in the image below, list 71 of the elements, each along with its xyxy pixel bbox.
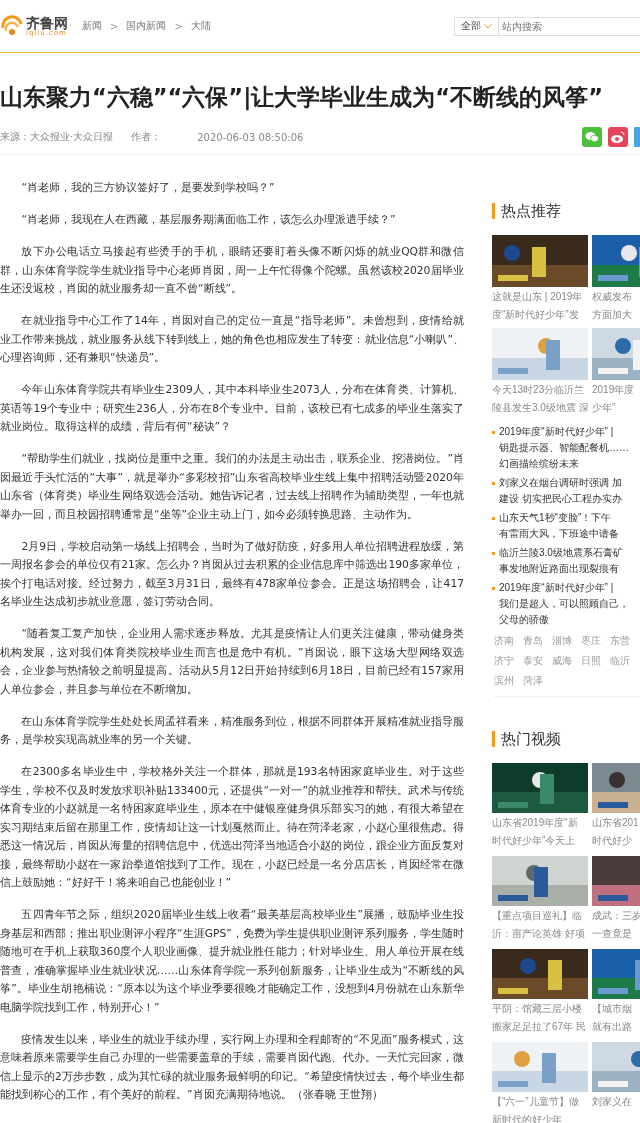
logo-icon[interactable] (0, 14, 24, 38)
search-field[interactable]: 全部 站内搜索 (454, 16, 640, 36)
city-link[interactable]: 青岛 (523, 634, 543, 648)
city-link[interactable]: 济宁 (494, 654, 514, 668)
section-title: 热门视频 (492, 731, 640, 747)
thumbnail-caption[interactable]: 时代好少年”今天上 (492, 832, 588, 848)
article-title: 山东聚力“六稳”“六保”|让大学毕业生成为“不断线的风筝” (0, 83, 604, 113)
thumbnail-caption[interactable]: 方面加大 (592, 306, 640, 322)
caret-icon (484, 23, 492, 29)
breadcrumb-link[interactable]: 新闻 (82, 19, 102, 33)
article-paragraph: 在就业指导中心工作了14年，肖囡对自己的定位一直是“指导老师”。未曾想到，疫情给就业工作带来挑战，就业服务从线下转到线上，她的角色也相应发生了转变：就业信息“小喇叭”、心理咨询师，还有兼职“快递员”。 (0, 313, 464, 366)
bullet-icon (492, 517, 495, 520)
article-paragraph: 今年山东体育学院共有毕业生2309人，其中本科毕业生2073人，分布在体育类、计算机、英语等19个专业中；研究生236人，分布在8个专业中。目前，该校已有七成多的毕业生落实了就业岗位。取得这样的成绩，背后有何“秘诀”？ (0, 382, 464, 435)
thumbnail-caption[interactable]: 少年” (592, 399, 640, 415)
publish-date: 2020-06-03 08:50:06 (197, 131, 304, 143)
news-link[interactable]: 刘家义在烟台调研时强调 加 建设 切实把民心工程办实办 (499, 475, 622, 507)
city-link[interactable]: 临沂 (610, 654, 630, 668)
news-link[interactable]: 临沂兰陵3.0级地震系石膏矿 事发地附近路面出现裂痕有 (499, 545, 623, 577)
thumbnail-caption[interactable]: 这就是山东 | 2019年 (492, 289, 588, 305)
thumbnail-caption[interactable]: 山东省201 (592, 815, 640, 831)
article-paragraph: 疫情发生以来，毕业生的就业手续办理，实行网上办理和全程邮寄的“不见面”服务模式，这意味着原来需要学生自己办理的一些需要盖章的手续，需要肖囡代跑、代办。一天忙完回家，微信上显示的2万步步数，成为其忙碌的就业服务最鲜明的印记。“希望疫情快过去，每个毕业生都能找到称心的工作，有个美好的前程。”肖囡充满期待地说。（张春晓 王世翔） (0, 1031, 464, 1103)
city-link[interactable]: 泰安 (523, 654, 543, 668)
thumbnail-caption[interactable]: 权威发布 (592, 289, 640, 305)
article-paragraph: 在山东体育学院学生处处长周孟祥看来，精准服务到位，根据不同群体开展精准就业指导服务，是学校实现高就业率的另一个关键。 (0, 713, 464, 748)
thumbnail-caption[interactable]: 一查竟是 (592, 925, 640, 941)
article-paragraph: “肖老师，我的三方协议签好了，是要发到学校吗？” (20, 180, 276, 196)
thumbnail-caption[interactable]: 平阴：馆藏三层小楼 (492, 1001, 588, 1017)
thumbnail-caption[interactable]: 山东省2019年度“新 (492, 815, 588, 831)
bullet-icon (492, 482, 495, 485)
breadcrumb-link[interactable]: 大陆 (190, 19, 211, 33)
city-link[interactable]: 济南 (494, 634, 514, 648)
bullet-icon (492, 431, 495, 434)
bullet-icon (492, 552, 495, 555)
article-paragraph: 放下办公电话立马接起有些烫手的手机，眼睛还要盯着头像不断闪烁的就业QQ群和微信群，山东体育学院学生就业指导中心老师肖囡，周一上午忙得像个陀螺。虽然该校2020届毕业生还没返校，肖囡的就业服务却一直不曾“断线”。 (0, 244, 464, 297)
source-text: 来源：大众报业·大众日报 (0, 130, 114, 144)
article-paragraph: 在2300多名毕业生中，学校格外关注一个群体，那就是193名特困家庭毕业生。对于这些学生，学校不仅及时发放求职补贴133400元，还提供“一对一”的就业推荐和帮扶。武术与传统体育专业的小赵就是一名特困家庭毕业生，原本在中健银座健身俱乐部实习的她，有很大希望在实习期结束后留在那里工作，疫情却让这一计划戛然而止。待在菏泽老家，小赵心里很焦虑。得悉这一情况后，肖囡从海量的招聘信息中，优选出菏泽当地适合小赵的岗位，跟企业方面反复对接，最终帮助小赵在一家跆拳道馆找到了工作。现在，小赵已经是一名分店店长，肖囡经常在微信上鼓励她：“好好干！将来咱自己也能创业！” (0, 764, 464, 891)
thumbnail-caption[interactable]: 【“六一”儿童节】做 (492, 1094, 588, 1110)
breadcrumb-separator: > (110, 20, 119, 32)
news-link[interactable]: 2019年度“新时代好少年” | 我们是超人，可以照顾自己， 父母的骄傲 (499, 580, 629, 628)
logo-name[interactable]: 齐鲁网 (26, 15, 68, 30)
city-link[interactable]: 日照 (581, 654, 601, 668)
bullet-icon (492, 587, 495, 590)
city-link[interactable]: 淄博 (552, 634, 572, 648)
thumbnail-caption[interactable]: 刘家义在 (592, 1094, 640, 1110)
article-paragraph: 2月9日，学校启动第一场线上招聘会，当时为了做好防疫，好多用人单位招聘进程放缓，第一周报名参会的单位仅有21家。怎么办？肖囡从过去积累的企业信息库中筛选出190多家单位，挨个打电话对接。经过努力，截至3月31日，最终有478家单位参会。正是这场招聘会，让417名毕业生达成初步就业意愿，签订劳动合同。 (0, 538, 464, 610)
thumbnail-caption[interactable]: 【城市烟 (592, 1001, 640, 1017)
article-paragraph: “随着复工复产加快，企业用人需求逐步释放。尤其是疫情让人们更关注健康，带动健身类机构发展，这对我们体育类院校毕业生而言也是危中有机。”肖囡说，眼下这场大型网络双选会，企业参与热情较之前明显提高。活动从5月12日开始持续到6月18日，目前已经有157家用人单位参会，并且参与单位在不断增加。 (0, 626, 464, 698)
weibo-share-icon[interactable] (608, 127, 628, 147)
thumbnail-caption[interactable]: 搬家足足拉了67年 民 (492, 1018, 588, 1034)
author-label: 作者： (131, 130, 162, 144)
news-link[interactable]: 2019年度“新时代好少年” | 钥匙提示器、智能配餐机…… 幻画描绘缤纷未来 (499, 424, 629, 472)
article-paragraph: “帮助学生们就业，找岗位是重中之重。我们的办法是主动出击，联系企业、挖潜岗位。”肖囡最近手头忙活的“大事”，就是举办“多彩校招”山东省高校毕业生线上集中招聘活动暨2020年山东省（体育类）毕业生网络双选会活动。她告诉记者，过去线上招聘作为辅助类型，一年也就举办一回，而且校园招聘通常是“坐等”企业主动上门，如今必须转换思路、主动作为。 (0, 451, 464, 523)
article-paragraph: 五四青年节之际，组织2020届毕业生线上收看“最美基层高校毕业生”展播，鼓励毕业生投身基层和西部；推出职业测评小程序“生涯GPS”，免费为学生提供职业测评系列服务，学生随时随地可在手机上获取360度个人职业画像、提升就业胜任能力；针对毕业生、用人单位开展在线普查，准确掌握毕业生就业状况……山东体育学院一系列创新服务，让毕业生成为“不断线的风筝”。毕业生胡艳楠说：“原本以为这个毕业季要很晚才能确定工作，没想到4月份就在山东新华电脑学院找到工作，特别开心！” (0, 907, 464, 1016)
article-paragraph: “肖老师，我现在人在西藏，基层服务期满面临工作，该怎么办理派遣手续？” (20, 212, 397, 228)
thumbnail-caption[interactable]: 2019年度 (592, 382, 640, 398)
thumbnail-caption[interactable]: 【重点项目巡礼】临 (492, 908, 588, 924)
city-link[interactable]: 枣庄 (581, 634, 601, 648)
thumbnail-caption[interactable]: 陵县发生3.0级地震 深 (492, 399, 588, 415)
thumbnail-caption[interactable]: 就有出路 (592, 1018, 640, 1034)
city-link[interactable]: 菏泽 (523, 674, 543, 688)
city-link[interactable]: 威海 (552, 654, 572, 668)
news-link[interactable]: 山东天气1秒“变脸”！下午 有雷雨大风，下班途中请备 (499, 510, 619, 542)
city-link[interactable]: 滨州 (494, 674, 514, 688)
thumbnail-caption[interactable]: 沂：亩产论英雄 好项 (492, 925, 588, 941)
city-link[interactable]: 东营 (610, 634, 630, 648)
section-title: 热点推荐 (492, 203, 640, 219)
breadcrumb-separator: > (174, 20, 183, 32)
breadcrumb-link[interactable]: 国内新闻 (126, 19, 167, 33)
thumbnail-caption[interactable]: 时代好少 (592, 832, 640, 848)
thumbnail-caption[interactable]: 今天13时23分临沂兰 (492, 382, 588, 398)
thumbnail-caption[interactable]: 度“新时代好少年”发 (492, 306, 588, 322)
